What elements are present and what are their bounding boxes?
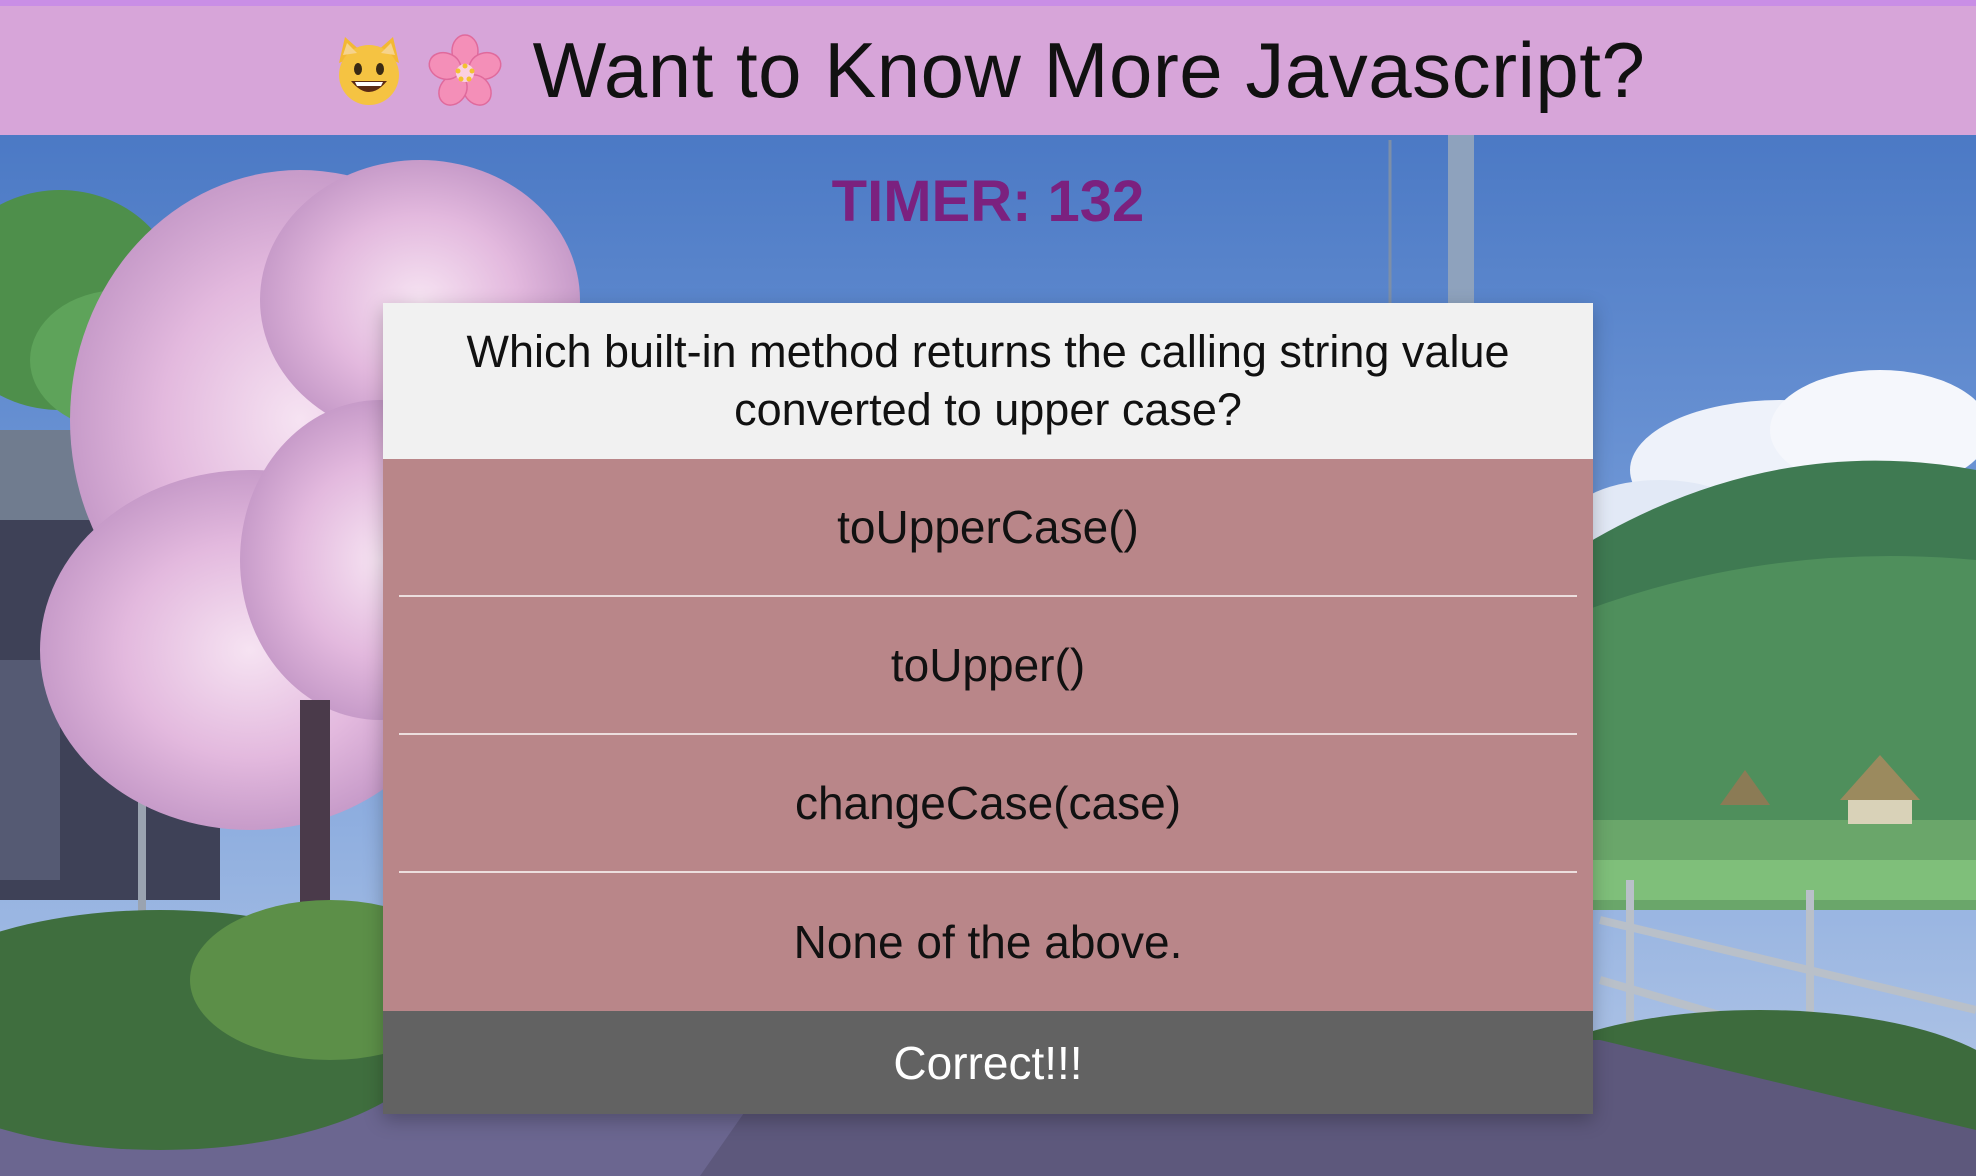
quiz-card: Which built-in method returns the callin… [383,303,1593,1114]
grinning-cat-icon [331,33,407,109]
cherry-blossom-icon [427,33,503,109]
answer-choice-2[interactable]: toUpper() [399,597,1577,735]
page-header: Want to Know More Javascript? [0,0,1976,135]
timer-label: TIMER: 132 [831,169,1145,234]
answer-choice-1[interactable]: toUpperCase() [399,459,1577,597]
answer-choice-4[interactable]: None of the above. [399,873,1577,1011]
feedback-banner: Correct!!! [383,1011,1593,1114]
answer-choices: toUpperCase() toUpper() changeCase(case)… [383,459,1593,1011]
header-content: Want to Know More Javascript? [331,25,1646,116]
page-title: Want to Know More Javascript? [532,26,1646,114]
answer-choice-3[interactable]: changeCase(case) [399,735,1577,873]
timer-display: TIMER: 132 [0,168,1976,235]
question-text: Which built-in method returns the callin… [383,303,1593,459]
